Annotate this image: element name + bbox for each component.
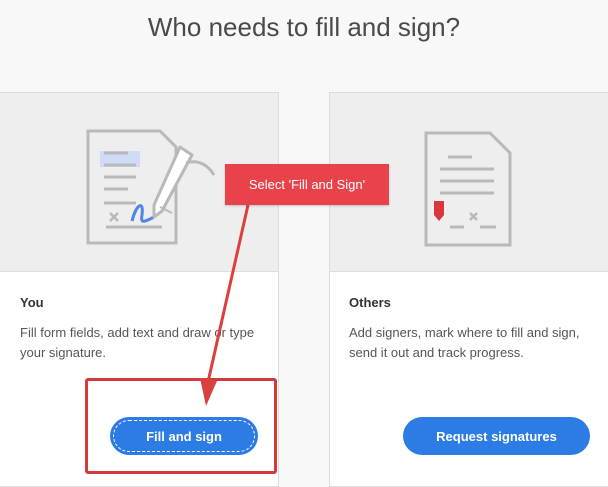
document-with-signature-marker-icon <box>424 131 512 247</box>
card-heading: You <box>20 295 44 310</box>
signing-document-icon <box>86 129 216 245</box>
card-description: Fill form fields, add text and draw or t… <box>20 325 255 360</box>
card-description: Add signers, mark where to fill and sign… <box>349 325 580 360</box>
highlight-frame <box>85 378 277 474</box>
card-heading: Others <box>349 295 391 310</box>
page-title: Who needs to fill and sign? <box>147 12 461 42</box>
request-signatures-button[interactable]: Request signatures <box>403 417 590 455</box>
annotation-callout: Select 'Fill and Sign' <box>225 164 389 205</box>
